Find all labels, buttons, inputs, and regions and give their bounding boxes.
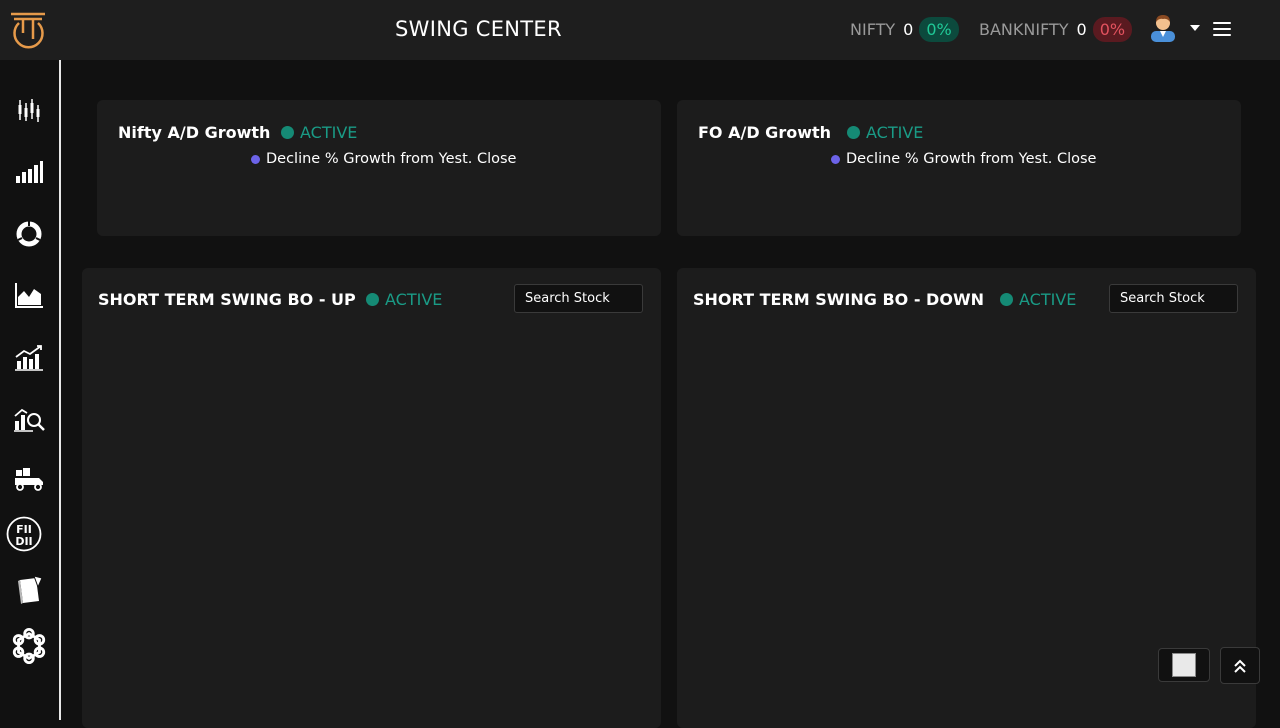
sidebar-item-area-chart[interactable]	[10, 276, 48, 314]
status-badge: ACTIVE	[847, 123, 923, 142]
ticker-name: BANKNIFTY	[979, 19, 1069, 39]
page-title: SWING CENTER	[395, 17, 562, 41]
fo-ad-growth-card: FO A/D Growth ACTIVE Decline % Growth fr…	[677, 100, 1241, 236]
fii-dii-icon: FII DII	[6, 516, 42, 552]
chevron-down-icon[interactable]	[1190, 25, 1200, 31]
network-icon	[12, 627, 46, 665]
search-stock-input[interactable]: Search Stock	[1109, 284, 1238, 313]
legend-label: Decline % Growth from Yest. Close	[266, 151, 517, 167]
nifty-ad-growth-card: Nifty A/D Growth ACTIVE Decline % Growth…	[97, 100, 661, 236]
status-badge: ACTIVE	[366, 290, 442, 309]
chart-legend-item[interactable]: Decline % Growth from Yest. Close	[831, 151, 1096, 167]
notebook-icon	[18, 575, 43, 604]
swing-bo-up-card: SHORT TERM SWING BO - UP ACTIVE Search S…	[82, 268, 661, 728]
sidebar-item-network[interactable]	[10, 627, 48, 665]
status-dot-icon	[281, 126, 294, 139]
broken-image-icon	[1172, 653, 1196, 677]
card-title: FO A/D Growth	[698, 123, 832, 142]
candlestick-icon	[18, 99, 40, 122]
status-dot-icon	[366, 293, 379, 306]
ticker-nifty[interactable]: NIFTY 0 0%	[850, 15, 959, 43]
status-label: ACTIVE	[300, 123, 358, 142]
chart-legend-item[interactable]: Decline % Growth from Yest. Close	[251, 151, 516, 167]
legend-dot-icon	[251, 154, 260, 164]
delivery-truck-icon	[15, 468, 43, 491]
ticker-banknifty[interactable]: BANKNIFTY 0 0%	[979, 15, 1133, 43]
ticker-change-badge: 0%	[919, 16, 959, 42]
legend-dot-icon	[831, 154, 840, 164]
ticker-value: 0	[903, 19, 914, 39]
sidebar-item-notebook[interactable]	[10, 571, 48, 609]
card-title: SHORT TERM SWING BO - UP	[98, 290, 356, 309]
bar-chart-icon	[16, 161, 43, 183]
ticker-value: 0	[1076, 19, 1087, 39]
growth-chart-icon	[15, 345, 43, 371]
ticker-name: NIFTY	[850, 19, 896, 39]
scroll-to-top-button[interactable]	[1220, 647, 1260, 684]
card-title: Nifty A/D Growth	[118, 123, 271, 142]
donut-chart-icon	[16, 221, 42, 247]
status-label: ACTIVE	[866, 123, 924, 142]
brand-logo-icon[interactable]	[8, 9, 48, 49]
floating-image-button[interactable]	[1158, 648, 1210, 682]
sidebar-item-donut[interactable]	[10, 215, 48, 253]
status-label: ACTIVE	[1019, 290, 1077, 309]
dii-label: DII	[15, 535, 32, 548]
status-label: ACTIVE	[385, 290, 443, 309]
hamburger-menu-icon[interactable]	[1213, 22, 1231, 38]
chart-search-icon	[14, 408, 45, 432]
sidebar-item-fii-dii[interactable]: FII DII	[6, 516, 42, 552]
status-badge: ACTIVE	[281, 123, 357, 142]
search-stock-input[interactable]: Search Stock	[514, 284, 643, 313]
card-title: SHORT TERM SWING BO - DOWN	[693, 290, 984, 309]
sidebar-item-candlestick[interactable]	[10, 91, 48, 129]
status-dot-icon	[1000, 293, 1013, 306]
user-avatar-icon[interactable]	[1148, 12, 1178, 42]
double-chevron-up-icon	[1234, 659, 1246, 673]
legend-label: Decline % Growth from Yest. Close	[846, 151, 1097, 167]
sidebar-item-delivery[interactable]	[10, 460, 48, 498]
sidebar-nav: FII DII	[0, 60, 61, 720]
area-chart-icon	[15, 283, 43, 308]
sidebar-item-bar-chart[interactable]	[10, 153, 48, 191]
status-dot-icon	[847, 126, 860, 139]
ticker-change-badge: 0%	[1092, 16, 1133, 42]
status-badge: ACTIVE	[1000, 290, 1076, 309]
top-header: SWING CENTER NIFTY 0 0% BANKNIFTY 0 0%	[0, 0, 1280, 60]
sidebar-item-growth-chart[interactable]	[10, 338, 48, 376]
sidebar-item-chart-search[interactable]	[10, 399, 48, 437]
